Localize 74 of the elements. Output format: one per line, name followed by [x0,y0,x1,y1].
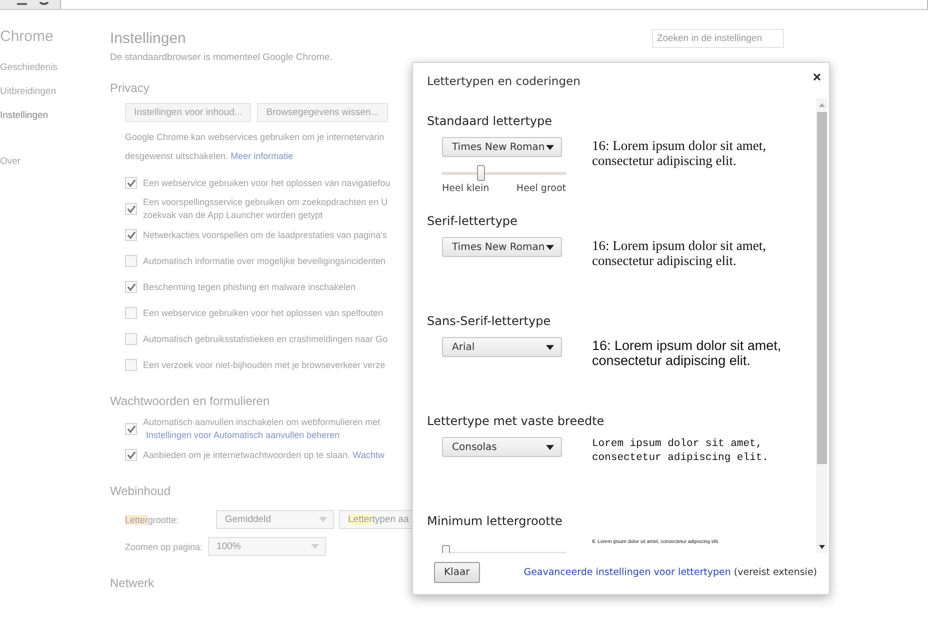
caret-icon [310,544,319,549]
section-heading: Privacy [110,80,150,97]
checkbox-label: Een webservice gebruiken voor het oplossen van spelfouten [143,306,384,320]
font-preview: 16: Lorem ipsum dolor sit amet, consectetur adipiscing elit. [592,338,782,368]
caret-icon [546,244,554,250]
sidebar-item[interactable]: Geschiedenis [0,56,110,80]
checkbox-label: Een webservice gebruiken voor het oplossen van navigatiefou [143,176,390,190]
font-preview: Lorem ipsum dolor sit amet, consectetur adipiscing elit. [592,437,770,465]
checkbox[interactable] [125,307,137,319]
section-heading: Webinhoud [110,483,170,500]
checkbox-label: Een voorspellingsservice gebruiken om zoekopdrachten en U [143,196,388,209]
settings-link[interactable]: Instellingen voor Automatisch aanvullen beheren [143,429,340,442]
close-icon[interactable] [813,73,821,81]
checkbox-label: Netwerkacties voorspellen om de laadprestaties van pagina's [143,228,387,242]
section-heading: Sans-Serif-lettertype [427,313,552,329]
checkbox[interactable] [125,203,137,215]
paragraph-line: Google Chrome kan webservices gebruiken om je internetervarin [125,131,384,144]
search-field[interactable]: Zoeken in de instellingen [652,28,784,48]
settings-link[interactable]: Wachtw [352,450,384,460]
min-label: Heel klein [442,183,490,194]
checkbox[interactable] [125,359,137,371]
scroll-down-icon[interactable] [818,545,824,549]
more-info-link[interactable]: Meer informatie [230,151,294,161]
checkbox[interactable] [125,281,137,293]
field-label: Lettergrootte: [125,514,180,524]
font-dropdown[interactable]: Arial [442,337,562,357]
sidebar-item[interactable]: Instellingen [0,104,110,128]
checkbox-label: zoekvak van de App Launcher worden getypt [143,209,323,222]
section-heading: Minimum lettergrootte [427,513,564,529]
footer-text: Geavanceerde instellingen voor lettertypen (vereist extensie) [524,567,817,578]
caret-icon [546,444,554,450]
done-button[interactable]: Klaar [434,562,480,583]
checkbox[interactable] [125,177,137,189]
section-heading: Wachtwoorden en formulieren [110,393,270,410]
font-dropdown[interactable]: Times New Roman [442,137,562,157]
page-title: Instellingen [110,30,186,46]
action-button[interactable]: Instellingen voor inhoud... [125,103,252,122]
caret-icon [546,344,554,350]
advanced-settings-link[interactable]: Geavanceerde instellingen voor lettertypen [524,567,731,578]
checkbox[interactable] [125,333,137,345]
scrollbar-thumb[interactable] [816,112,826,464]
checkbox[interactable] [125,423,137,435]
dropdown[interactable]: 100% [208,537,326,556]
font-preview: 16: Lorem ipsum dolor sit amet, consectetur adipiscing elit. [592,138,767,170]
font-dropdown[interactable]: Consolas [442,437,562,457]
section-heading: Standaard lettertype [427,113,554,129]
sidebar-item[interactable]: Over [0,150,110,174]
checkbox[interactable] [125,229,137,241]
caret-icon [319,517,327,522]
section-heading: Netwerk [110,575,154,592]
checkbox[interactable] [125,255,137,267]
caret-icon [546,144,554,150]
section-heading: Lettertype met vaste breedte [427,413,606,429]
paragraph-line: desgewenst uitschakelen. Meer informatie [125,150,294,163]
checkbox-label: Bescherming tegen phishing en malware inschakelen [143,280,356,294]
scroll-up-icon[interactable] [818,103,824,107]
checkbox-label: Automatisch aanvullen inschakelen om webformulieren met [143,416,380,429]
action-button[interactable]: Browsegegevens wissen... [257,103,388,122]
font-dropdown[interactable]: Times New Roman [442,237,562,257]
sidebar-item[interactable]: Uitbreidingen [0,80,110,104]
section-heading: Serif-lettertype [427,213,518,229]
checkbox-label: Automatisch informatie over mogelijke beveiligingsincidenten [143,254,386,268]
status-text: De standaardbrowser is momenteel Google Chrome. [110,51,332,65]
checkbox-label: Een verzoek voor niet-bijhouden met je browseverkeer verze [143,358,386,372]
checkbox-label: Aanbieden om je internetwachtwoorden op te slaan. Wachtw [143,448,384,462]
app-title: Chrome [0,28,54,45]
checkbox[interactable] [125,449,137,461]
dropdown[interactable]: Gemiddeld [216,510,334,529]
slider-thumb[interactable] [476,165,485,181]
font-preview: 16: Lorem ipsum dolor sit amet, consectetur adipiscing elit. [592,238,767,268]
checkbox-label: Automatisch gebruiksstatistieken en crashmeldingen naar Go [143,332,388,346]
field-label: Zoomen op pagina: [125,542,203,552]
max-label: Heel groot [516,183,566,194]
dialog-title: Lettertypen en coderingen [427,74,580,88]
